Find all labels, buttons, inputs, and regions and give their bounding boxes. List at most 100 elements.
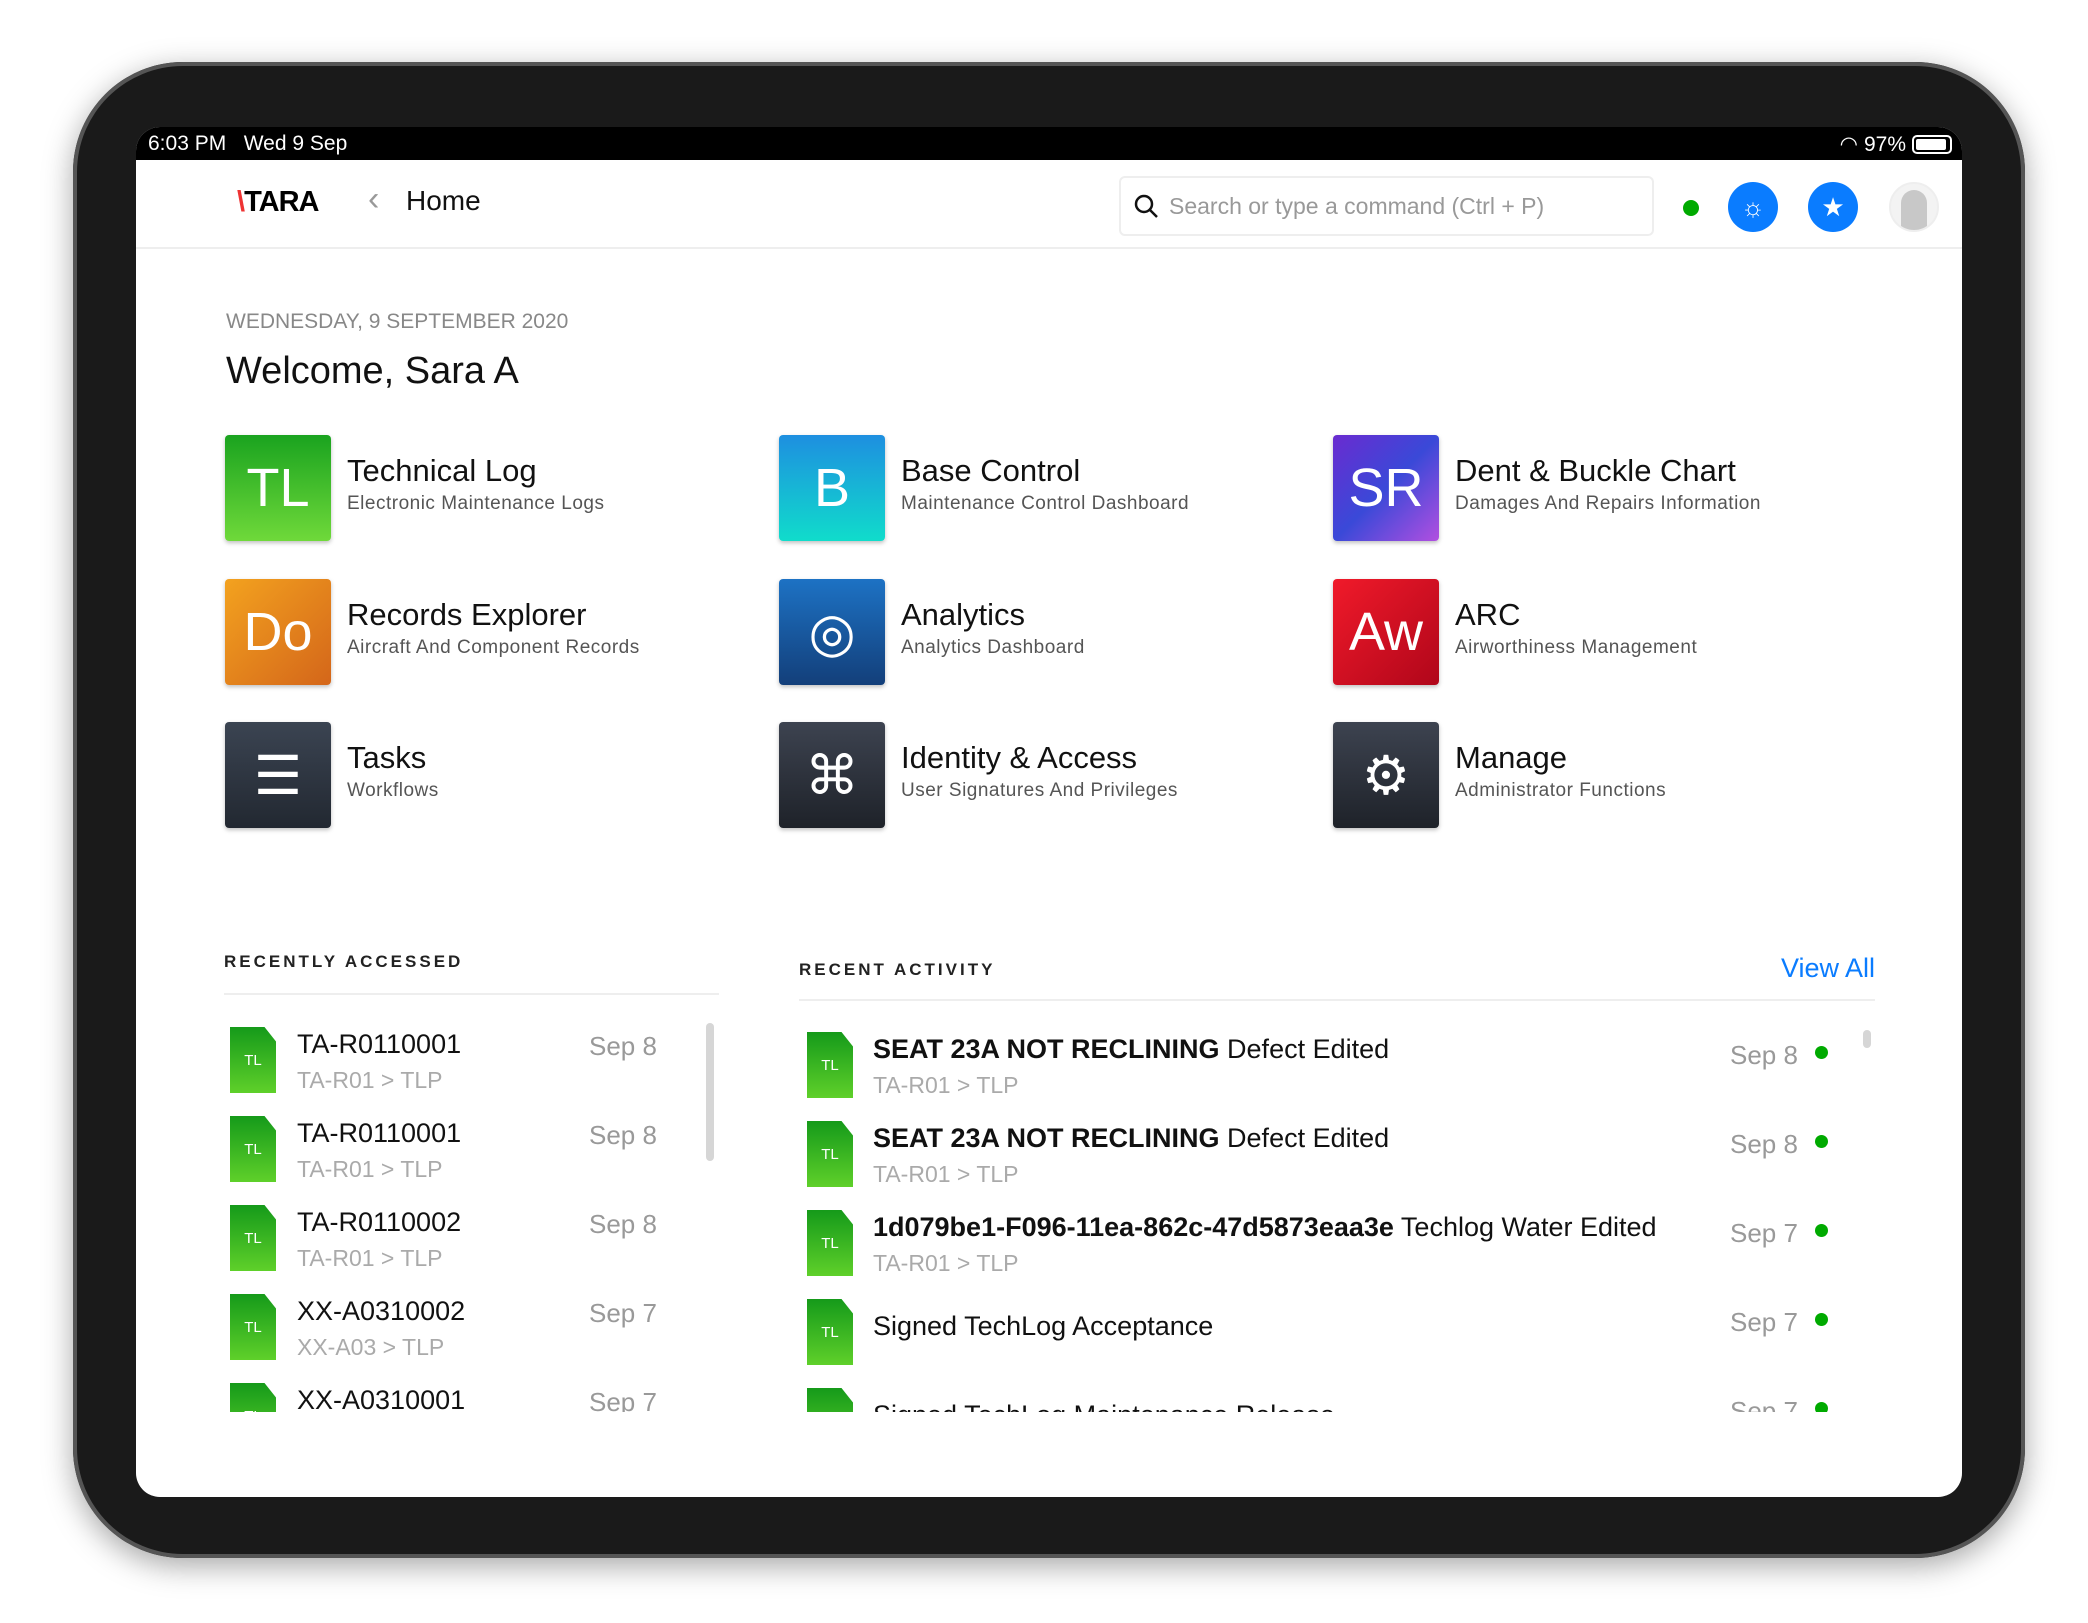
- search-placeholder: Search or type a command (Ctrl + P): [1169, 192, 1545, 219]
- techlog-file-icon: TL: [230, 1205, 276, 1271]
- scrollbar[interactable]: [1863, 1030, 1871, 1048]
- activity-item[interactable]: TL SEAT 23A NOT RECLINING Defect Edited …: [807, 1121, 1877, 1201]
- activity-date: Sep 7: [1730, 1218, 1798, 1248]
- recently-accessed-list: TL TA-R0110001 TA-R01 > TLP Sep 8 TL TA-R…: [230, 1027, 730, 1412]
- item-title: XX-A0310002: [297, 1296, 466, 1326]
- brightness-button[interactable]: ☼: [1728, 182, 1778, 232]
- app-tile[interactable]: TL Technical Log Electronic Maintenance …: [225, 435, 745, 545]
- techlog-file-icon: TL: [230, 1027, 276, 1093]
- app-title: Manage: [1455, 740, 1568, 775]
- activity-path: TA-R01 > TLP: [873, 1161, 1019, 1187]
- list-item[interactable]: TL TA-R0110001 TA-R01 > TLP Sep 8: [230, 1116, 730, 1196]
- item-date: Sep 8: [589, 1120, 657, 1150]
- app-tile[interactable]: Do Records Explorer Aircraft And Compone…: [225, 579, 745, 689]
- app-icon: TL: [225, 435, 331, 541]
- activity-item[interactable]: TL Signed TechLog Acceptance Sep 7: [807, 1299, 1877, 1379]
- app-tile[interactable]: ◎ Analytics Analytics Dashboard: [779, 579, 1299, 689]
- divider: [799, 999, 1875, 1001]
- techlog-file-icon: TL: [807, 1210, 853, 1276]
- activity-action: Defect Edited: [1227, 1123, 1390, 1153]
- header: \TARA ‹ Home Search or type a command (C…: [136, 160, 1962, 249]
- activity-subject: SEAT 23A NOT RECLINING: [873, 1034, 1220, 1064]
- app-subtitle: Airworthiness Management: [1455, 637, 1698, 658]
- app-title: ARC: [1455, 597, 1521, 632]
- search-input[interactable]: Search or type a command (Ctrl + P): [1119, 176, 1654, 236]
- divider: [224, 993, 719, 995]
- view-all-link[interactable]: View All: [1781, 953, 1875, 984]
- activity-action: Signed TechLog Acceptance: [873, 1311, 1214, 1341]
- time: 6:03 PM: [148, 132, 227, 155]
- app-tile[interactable]: SR Dent & Buckle Chart Damages And Repai…: [1333, 435, 1853, 545]
- item-path: TA-R01 > TLP: [297, 1156, 443, 1182]
- search-icon: [1134, 194, 1158, 218]
- activity-subject: SEAT 23A NOT RECLINING: [873, 1123, 1220, 1153]
- techlog-file-icon: TL: [230, 1116, 276, 1182]
- techlog-file-icon: TL: [807, 1032, 853, 1098]
- app-subtitle: Damages And Repairs Information: [1455, 493, 1761, 514]
- item-path: TA-R01 > TLP: [297, 1245, 443, 1271]
- item-date: Sep 7: [589, 1298, 657, 1328]
- list-item[interactable]: TL TA-R0110001 TA-R01 > TLP Sep 8: [230, 1027, 730, 1107]
- item-path: XX-A03 > TLP: [297, 1334, 445, 1360]
- list-item[interactable]: TL XX-A0310001 Sep 7: [230, 1383, 730, 1412]
- activity-date: Sep 8: [1730, 1129, 1798, 1159]
- recently-accessed-heading: RECENTLY ACCESSED: [224, 952, 464, 971]
- item-path: TA-R01 > TLP: [297, 1067, 443, 1093]
- activity-item[interactable]: TL 1d079be1-F096-11ea-862c-47d5873eaa3e …: [807, 1210, 1877, 1290]
- app-subtitle: Administrator Functions: [1455, 780, 1667, 801]
- current-date: WEDNESDAY, 9 SEPTEMBER 2020: [226, 310, 569, 333]
- app-tile[interactable]: ⌘ Identity & Access User Signatures And …: [779, 722, 1299, 832]
- screen: 6:03 PM Wed 9 Sep ◠ 97% \TARA ‹ Home Sear…: [136, 127, 1962, 1497]
- app-icon: ☰: [225, 722, 331, 828]
- scrollbar[interactable]: [706, 1023, 714, 1161]
- battery-icon: [1912, 135, 1952, 154]
- avatar[interactable]: [1889, 182, 1939, 232]
- favorites-button[interactable]: ★: [1808, 182, 1858, 232]
- back-chevron-icon[interactable]: ‹: [368, 180, 379, 219]
- app-subtitle: Maintenance Control Dashboard: [901, 493, 1190, 514]
- activity-date: Sep 7: [1730, 1396, 1798, 1412]
- activity-subject: 1d079be1-F096-11ea-862c-47d5873eaa3e: [873, 1212, 1394, 1242]
- item-date: Sep 8: [589, 1031, 657, 1061]
- app-tile[interactable]: Aw ARC Airworthiness Management: [1333, 579, 1853, 689]
- activity-item[interactable]: TL Signed TechLog Maintenance Release Se…: [807, 1388, 1877, 1412]
- app-icon: SR: [1333, 435, 1439, 541]
- techlog-file-icon: TL: [807, 1388, 853, 1412]
- app-icon: Do: [225, 579, 331, 685]
- app-subtitle: Workflows: [347, 780, 439, 801]
- app-title: Dent & Buckle Chart: [1455, 453, 1736, 488]
- list-item[interactable]: TL TA-R0110002 TA-R01 > TLP Sep 8: [230, 1205, 730, 1285]
- app-tile[interactable]: ⚙ Manage Administrator Functions: [1333, 722, 1853, 832]
- techlog-file-icon: TL: [230, 1294, 276, 1360]
- item-date: Sep 8: [589, 1209, 657, 1239]
- star-icon: ★: [1821, 191, 1845, 222]
- activity-date: Sep 8: [1730, 1040, 1798, 1070]
- app-icon: Aw: [1333, 579, 1439, 685]
- status-time-date: 6:03 PM Wed 9 Sep: [148, 132, 347, 156]
- online-status-dot: [1683, 200, 1699, 216]
- date: Wed 9 Sep: [243, 132, 348, 155]
- app-tile[interactable]: B Base Control Maintenance Control Dashb…: [779, 435, 1299, 545]
- activity-action: Signed TechLog Maintenance Release: [873, 1400, 1335, 1412]
- tara-logo[interactable]: \TARA: [237, 186, 319, 219]
- techlog-file-icon: TL: [807, 1299, 853, 1365]
- app-title: Base Control: [901, 453, 1081, 488]
- list-item[interactable]: TL XX-A0310002 XX-A03 > TLP Sep 7: [230, 1294, 730, 1374]
- app-subtitle: Electronic Maintenance Logs: [347, 493, 605, 514]
- status-bar: 6:03 PM Wed 9 Sep ◠ 97%: [136, 127, 1962, 160]
- app-icon: ⚙: [1333, 722, 1439, 828]
- app-tile[interactable]: ☰ Tasks Workflows: [225, 722, 745, 832]
- status-dot: [1815, 1224, 1828, 1237]
- app-title: Records Explorer: [347, 597, 587, 632]
- item-title: TA-R0110002: [297, 1207, 462, 1237]
- welcome-heading: Welcome, Sara A: [226, 350, 519, 392]
- item-title: TA-R0110001: [297, 1118, 462, 1148]
- app-subtitle: Analytics Dashboard: [901, 637, 1085, 658]
- status-dot: [1815, 1046, 1828, 1059]
- recent-activity-list: TL SEAT 23A NOT RECLINING Defect Edited …: [807, 1032, 1877, 1412]
- activity-action: Defect Edited: [1227, 1034, 1390, 1064]
- activity-item[interactable]: TL SEAT 23A NOT RECLINING Defect Edited …: [807, 1032, 1877, 1112]
- techlog-file-icon: TL: [807, 1121, 853, 1187]
- page-title: Home: [406, 185, 481, 216]
- app-icon: ◎: [779, 579, 885, 685]
